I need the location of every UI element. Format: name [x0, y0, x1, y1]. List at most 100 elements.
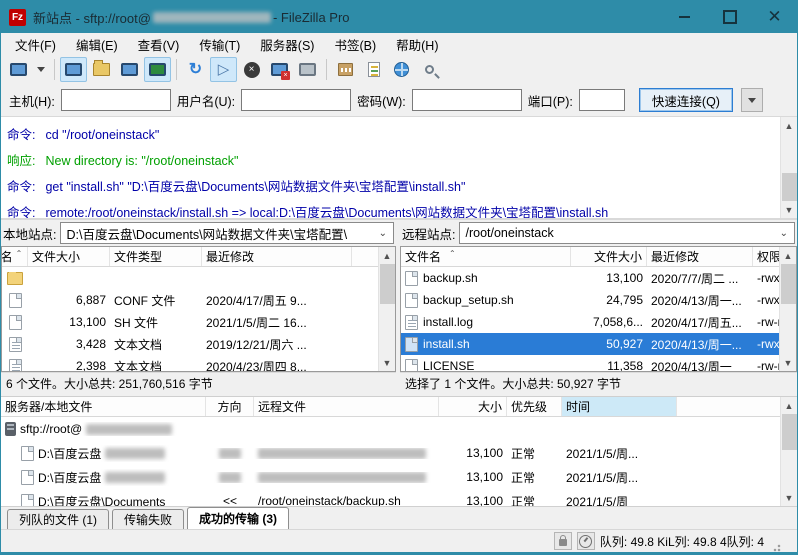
filter-icon [338, 63, 353, 76]
tab-successful-transfers[interactable]: 成功的传输 (3) [187, 507, 289, 529]
toggle-queue-view-button[interactable] [144, 57, 171, 82]
text-file-icon [405, 315, 418, 330]
close-button[interactable]: ✕ [752, 1, 797, 33]
local-status-text: 6 个文件。大小总共: 251,760,516 字节 [1, 372, 396, 393]
scroll-track[interactable] [781, 414, 798, 489]
scroll-thumb[interactable] [781, 264, 796, 304]
speed-limits-button[interactable] [577, 532, 595, 550]
quickconnect-dropdown[interactable] [741, 88, 763, 112]
tab-failed-transfers[interactable]: 传输失败 [112, 509, 184, 529]
message-log: 命令:cd "/root/oneinstack" 响应:New director… [1, 117, 797, 220]
directory-filter-button[interactable] [332, 57, 359, 82]
local-pane: 本地站点: D:\百度云盘\Documents\网站数据文件夹\宝塔配置\ ⌄ … [1, 220, 396, 393]
toggle-remote-tree-button[interactable] [116, 57, 143, 82]
local-header-type[interactable]: 文件类型 [110, 247, 202, 266]
scroll-thumb[interactable] [782, 414, 797, 450]
cancel-operation-button[interactable]: × [238, 57, 265, 82]
chevron-down-icon[interactable]: ⌄ [780, 228, 794, 239]
reconnect-button[interactable] [294, 57, 321, 82]
menu-file[interactable]: 文件(F) [5, 33, 66, 55]
scroll-thumb[interactable] [380, 264, 395, 304]
scroll-up-arrow[interactable]: ▲ [780, 247, 797, 264]
title-bar[interactable]: Fz 新站点 - sftp://root@ - FileZilla Pro ✕ [1, 1, 797, 33]
queue-header-local[interactable]: 服务器/本地文件 [1, 397, 206, 416]
resize-grip[interactable] [773, 542, 783, 552]
local-header-size[interactable]: 文件大小 [28, 247, 110, 266]
local-header-modified[interactable]: 最近修改 [202, 247, 352, 266]
menu-transfer[interactable]: 传输(T) [189, 33, 250, 55]
menu-bookmarks[interactable]: 书签(B) [324, 33, 386, 55]
scroll-down-arrow[interactable]: ▼ [781, 489, 798, 506]
local-header-name-clipped[interactable]: 文件名⌃ [2, 247, 28, 266]
queue-row[interactable]: D:\百度云盘 13,100 正常 2021/1/5/周... [1, 441, 780, 465]
synchronized-browsing-button[interactable] [388, 57, 415, 82]
local-file-row[interactable]: 2,398 文本文档 2020/4/23/周四 8... [2, 355, 378, 371]
queue-server-row[interactable]: sftp://root@ [1, 417, 780, 441]
remote-header-name[interactable]: 文件名⌃ [401, 247, 571, 266]
local-file-row[interactable]: 3,428 文本文档 2019/12/21/周六 ... [2, 333, 378, 355]
remote-file-row[interactable]: install.log 7,058,6... 2020/4/17/周五... -… [401, 311, 779, 333]
remote-file-row[interactable]: backup.sh 13,100 2020/7/7/周二 ... -rwxr-x… [401, 267, 779, 289]
remote-file-row-selected[interactable]: install.sh 50,927 2020/4/13/周一... -rwxr-… [401, 333, 779, 355]
remote-header-modified[interactable]: 最近修改 [647, 247, 753, 266]
maximize-button[interactable] [707, 1, 752, 33]
local-path-combo[interactable]: D:\百度云盘\Documents\网站数据文件夹\宝塔配置\ ⌄ [60, 222, 394, 244]
queue-header-direction[interactable]: 方向 [206, 397, 254, 416]
menu-server[interactable]: 服务器(S) [250, 33, 324, 55]
remote-file-row[interactable]: backup_setup.sh 24,795 2020/4/13/周一... -… [401, 289, 779, 311]
queue-row[interactable]: D:\百度云盘\Documents << /root/oneinstack/ba… [1, 489, 780, 506]
scroll-thumb[interactable] [782, 173, 797, 201]
remote-path-combo[interactable]: /root/oneinstack ⌄ [459, 222, 795, 244]
log-scrollbar[interactable]: ▲ ▼ [780, 117, 797, 218]
username-input[interactable] [241, 89, 351, 111]
host-input[interactable] [61, 89, 171, 111]
host-label: 主机(H): [9, 91, 55, 110]
quickconnect-button[interactable]: 快速连接(Q) [639, 88, 733, 112]
queue-header-priority[interactable]: 优先级 [507, 397, 562, 416]
scroll-down-arrow[interactable]: ▼ [379, 354, 396, 371]
toggle-log-view-button[interactable] [60, 57, 87, 82]
log-line: 命令:get "install.sh" "D:\百度云盘\Documents\网… [7, 174, 774, 200]
chevron-down-icon[interactable]: ⌄ [379, 228, 393, 239]
local-list-scrollbar[interactable]: ▲ ▼ [378, 247, 395, 371]
remote-list-scrollbar[interactable]: ▲ ▼ [779, 247, 796, 371]
remote-header-size[interactable]: 文件大小 [571, 247, 647, 266]
remote-pane: 远程站点: /root/oneinstack ⌄ 文件名⌃ 文件大小 最近修改 … [400, 220, 797, 393]
local-file-row[interactable] [2, 267, 378, 289]
menu-help[interactable]: 帮助(H) [386, 33, 448, 55]
queue-header-size[interactable]: 大小 [439, 397, 507, 416]
scroll-down-arrow[interactable]: ▼ [781, 201, 798, 218]
file-icon [21, 494, 34, 507]
scroll-up-arrow[interactable]: ▲ [781, 397, 798, 414]
remote-header-perms[interactable]: 权限 [753, 247, 779, 266]
scroll-track[interactable] [781, 134, 798, 201]
menu-view[interactable]: 查看(V) [128, 33, 190, 55]
scroll-up-arrow[interactable]: ▲ [781, 117, 798, 134]
tab-queued-files[interactable]: 列队的文件 (1) [7, 509, 109, 529]
process-queue-button[interactable]: ▷ [210, 57, 237, 82]
scroll-track[interactable] [379, 264, 396, 354]
queue-header-remote[interactable]: 远程文件 [254, 397, 439, 416]
minimize-button[interactable] [662, 1, 707, 33]
scroll-down-arrow[interactable]: ▼ [780, 354, 797, 371]
scroll-track[interactable] [780, 264, 797, 354]
tls-lock-button[interactable] [554, 532, 572, 550]
site-manager-dropdown[interactable] [33, 57, 49, 82]
refresh-button[interactable]: ↻ [182, 57, 209, 82]
password-input[interactable] [412, 89, 522, 111]
local-file-row[interactable]: 6,887 CONF 文件 2020/4/17/周五 9... [2, 289, 378, 311]
directory-comparison-button[interactable] [360, 57, 387, 82]
find-files-button[interactable] [416, 57, 443, 82]
scroll-up-arrow[interactable]: ▲ [379, 247, 396, 264]
local-file-row[interactable]: 13,100 SH 文件 2021/1/5/周二 16... [2, 311, 378, 333]
disconnect-button[interactable]: × [266, 57, 293, 82]
queue-size-text: 队列: 49.8 KiL列: 49.8 4队列: 4 [600, 533, 764, 550]
queue-row[interactable]: D:\百度云盘 13,100 正常 2021/1/5/周... [1, 465, 780, 489]
queue-scrollbar[interactable]: ▲ ▼ [780, 397, 797, 506]
remote-file-row[interactable]: LICENSE 11,358 2020/4/13/周一 -rw-r--r-- [401, 355, 779, 371]
site-manager-button[interactable] [5, 57, 32, 82]
port-input[interactable] [579, 89, 625, 111]
menu-edit[interactable]: 编辑(E) [66, 33, 128, 55]
toggle-local-tree-button[interactable] [88, 57, 115, 82]
queue-header-time[interactable]: 时间 [562, 397, 677, 416]
